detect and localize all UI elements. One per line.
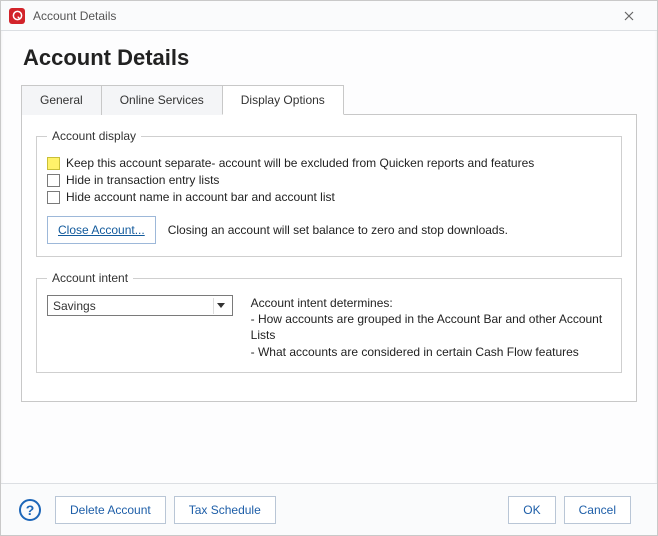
row-keep-separate: Keep this account separate- account will… <box>47 156 611 170</box>
close-account-desc: Closing an account will set balance to z… <box>168 223 508 237</box>
tab-bar: General Online Services Display Options <box>21 85 637 115</box>
group-account-intent-legend: Account intent <box>47 271 133 285</box>
group-account-display: Account display Keep this account separa… <box>36 129 622 257</box>
help-icon[interactable]: ? <box>19 499 41 521</box>
account-intent-value: Savings <box>53 299 96 313</box>
checkbox-hide-name[interactable] <box>47 191 60 204</box>
ok-button[interactable]: OK <box>508 496 555 524</box>
dialog-footer: ? Delete Account Tax Schedule OK Cancel <box>1 483 657 535</box>
account-intent-desc: Account intent determines: - How account… <box>251 295 611 360</box>
account-intent-dropdown[interactable]: Savings <box>47 295 233 316</box>
chevron-down-icon <box>213 298 229 314</box>
row-hide-txn: Hide in transaction entry lists <box>47 173 611 187</box>
intent-desc-lead: Account intent determines: <box>251 295 611 311</box>
tab-display-options[interactable]: Display Options <box>222 85 344 115</box>
label-keep-separate: Keep this account separate- account will… <box>66 156 534 170</box>
intent-desc-line2: - What accounts are considered in certai… <box>251 344 611 360</box>
window-title: Account Details <box>33 9 609 23</box>
intent-desc-line1: - How accounts are grouped in the Accoun… <box>251 311 611 343</box>
label-hide-name: Hide account name in account bar and acc… <box>66 190 335 204</box>
group-account-display-legend: Account display <box>47 129 141 143</box>
tab-online-services[interactable]: Online Services <box>101 85 223 115</box>
close-icon[interactable] <box>609 2 649 30</box>
tab-panel-display-options: Account display Keep this account separa… <box>21 114 637 402</box>
dialog-window: Account Details Account Details General … <box>0 0 658 536</box>
group-account-intent: Account intent Savings Account intent de… <box>36 271 622 373</box>
close-account-button[interactable]: Close Account... <box>47 216 156 244</box>
cancel-button[interactable]: Cancel <box>564 496 631 524</box>
label-hide-txn: Hide in transaction entry lists <box>66 173 219 187</box>
app-icon <box>9 8 25 24</box>
row-close-account: Close Account... Closing an account will… <box>47 216 611 244</box>
row-hide-name: Hide account name in account bar and acc… <box>47 190 611 204</box>
dialog-body: Account Details General Online Services … <box>1 31 657 535</box>
titlebar: Account Details <box>1 1 657 31</box>
checkbox-keep-separate[interactable] <box>47 157 60 170</box>
page-title: Account Details <box>23 45 637 71</box>
tax-schedule-button[interactable]: Tax Schedule <box>174 496 276 524</box>
tab-general[interactable]: General <box>21 85 102 115</box>
checkbox-hide-txn[interactable] <box>47 174 60 187</box>
delete-account-button[interactable]: Delete Account <box>55 496 166 524</box>
